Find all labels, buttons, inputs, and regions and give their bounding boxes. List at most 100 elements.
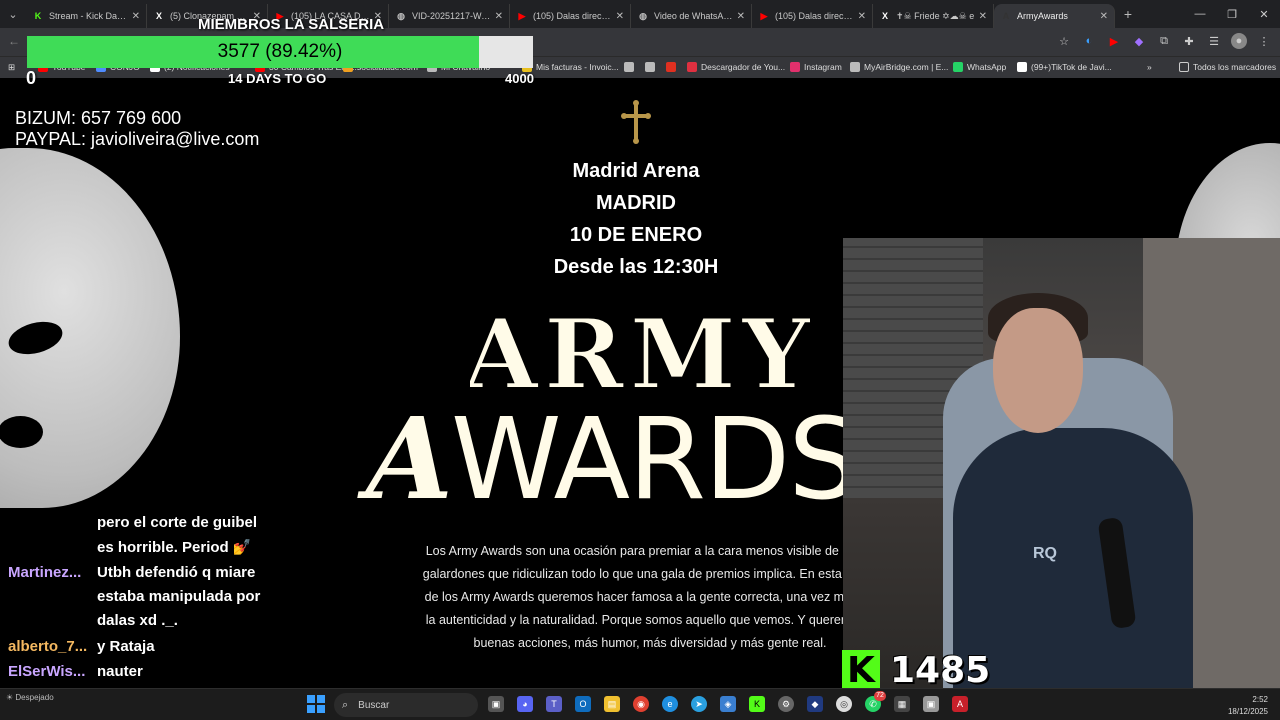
bookmark-star-icon[interactable]: ☆ <box>1056 33 1072 49</box>
bookmark-item[interactable]: WhatsApp <box>953 62 1006 72</box>
all-bookmarks-folder[interactable]: Todos los marcadores <box>1179 62 1276 72</box>
army-logo-word: ARMY <box>470 300 810 410</box>
weather-widget[interactable]: ☀ Despejado <box>6 693 54 702</box>
chat-username[interactable]: Martinez... <box>8 564 81 581</box>
browser-tab[interactable]: ◍ VID-20251217-WA00 ✕ <box>389 4 510 28</box>
weather-icon: ☀ <box>6 693 14 702</box>
bookmark-item[interactable]: Descargador de You... <box>687 62 785 72</box>
new-tab-button[interactable]: + <box>1115 6 1141 22</box>
event-venue: Madrid Arena <box>572 160 700 182</box>
bookmark-item[interactable]: (99+)TikTok de Javi... <box>1017 62 1112 72</box>
whatsapp-icon <box>953 62 963 72</box>
bookmark-item[interactable] <box>666 62 680 72</box>
notification-badge: 72 <box>874 691 886 701</box>
extension-icon[interactable]: ◐ <box>1081 33 1097 49</box>
kick-app-icon[interactable]: K <box>749 696 765 712</box>
close-tab-icon[interactable]: ✕ <box>132 11 140 22</box>
back-arrow-icon[interactable]: ← <box>8 34 20 48</box>
teams-icon[interactable]: T <box>546 696 562 712</box>
tab-search-button[interactable]: ⌄ <box>0 0 26 28</box>
bookmark-item[interactable]: Mis facturas - Invoic... <box>522 62 619 72</box>
event-time: Desde las 12:30H <box>553 256 719 278</box>
bookmark-label: Descargador de You... <box>701 62 786 72</box>
bookmark-item[interactable]: Instagram <box>790 62 842 72</box>
tiktok-icon <box>1017 62 1027 72</box>
windows-start-button[interactable] <box>307 695 325 713</box>
steam-icon[interactable]: ⚙ <box>778 696 794 712</box>
awards-logo-text: AWARDS <box>366 404 859 517</box>
restore-icon[interactable]: ❐ <box>1216 0 1248 28</box>
taskbar-search-box[interactable]: ⌕ Buscar <box>334 693 478 717</box>
event-date: 10 DE ENERO <box>569 224 703 246</box>
paypal-donation-text: PAYPAL: javioliveira@live.com <box>15 129 260 149</box>
bookmark-label: (99+)TikTok de Javi... <box>1031 62 1112 72</box>
telegram-icon[interactable]: ➤ <box>691 696 707 712</box>
membership-goal-progress-text: 3577 (89.42%) <box>217 41 343 62</box>
app-icon-4[interactable]: ▣ <box>923 696 939 712</box>
tab-title: ✝︎☠︎ Friede ✡︎☁︎☠︎ e <box>896 10 975 21</box>
chat-message: y Rataja <box>97 638 155 655</box>
globe-icon <box>624 62 634 72</box>
edge-icon[interactable]: e <box>662 696 678 712</box>
bookmark-item[interactable]: MyAirBridge.com | E... <box>850 62 948 72</box>
weather-label: Despejado <box>15 693 54 702</box>
chrome-icon[interactable]: ◉ <box>633 696 649 712</box>
reading-list-icon[interactable]: ☰ <box>1206 33 1222 49</box>
kick-viewer-count: 1485 <box>890 649 991 691</box>
acrobat-icon[interactable]: A <box>952 696 968 712</box>
tab-title: (105) Dalas directo 3 <box>775 11 854 21</box>
close-tab-icon[interactable]: ✕ <box>495 11 503 22</box>
close-tab-icon[interactable]: ✕ <box>1100 11 1108 22</box>
obs-icon[interactable]: ◎ <box>836 696 852 712</box>
close-window-icon[interactable]: ✕ <box>1248 0 1280 28</box>
app-icon-1[interactable]: ◈ <box>720 696 736 712</box>
browser-tab[interactable]: K Stream - Kick Dashb ✕ <box>26 4 147 28</box>
browser-tab[interactable]: ◍ Video de WhatsApp ✕ <box>631 4 752 28</box>
bookmark-item[interactable] <box>645 62 659 72</box>
puzzle-extension-icon[interactable]: ⧉ <box>1156 33 1172 49</box>
streamer-webcam: RQ <box>843 238 1280 690</box>
chat-message: nauter <box>97 663 143 680</box>
discord-icon[interactable]: ◕ <box>517 696 533 712</box>
close-tab-icon[interactable]: ✕ <box>858 11 866 22</box>
chat-username[interactable]: alberto_7... <box>8 638 87 655</box>
close-tab-icon[interactable]: ✕ <box>979 11 987 22</box>
bookmark-item[interactable] <box>624 62 638 72</box>
windows-taskbar: ☀ Despejado ⌕ Buscar ▣ ◕ T O ▤ ◉ e ➤ ◈ K… <box>0 688 1280 720</box>
apps-grid-icon[interactable]: ⊞ <box>8 62 15 73</box>
chat-message: Utbh defendió q miare <box>97 564 256 581</box>
x-icon: X <box>155 11 162 21</box>
browser-tab[interactable]: ▶ (105) Dalas directo 2 ✕ <box>510 4 631 28</box>
app-icon-3[interactable]: ▦ <box>894 696 910 712</box>
minimize-icon[interactable]: — <box>1184 0 1216 28</box>
profile-avatar[interactable]: ● <box>1231 33 1247 49</box>
globe-icon <box>645 62 655 72</box>
task-view-icon[interactable]: ▣ <box>488 696 504 712</box>
shield-extension-icon[interactable]: ◆ <box>1131 33 1147 49</box>
browser-tab-bar: ⌄ K Stream - Kick Dashb ✕ X (5) Clonazepam e… <box>0 0 1280 28</box>
browser-tab[interactable]: ▶ (105) Dalas directo 3 ✕ <box>752 4 873 28</box>
file-explorer-icon[interactable]: ▤ <box>604 696 620 712</box>
instagram-icon <box>790 62 800 72</box>
youtube-extension-icon[interactable]: ▶ <box>1106 33 1122 49</box>
tab-title: VID-20251217-WA00 <box>412 11 491 21</box>
chat-username[interactable]: ElSerWis... <box>8 663 85 680</box>
tab-title: Stream - Kick Dashb <box>49 11 128 21</box>
close-tab-icon[interactable]: ✕ <box>737 11 745 22</box>
all-bookmarks-label: Todos los marcadores <box>1193 62 1277 72</box>
kick-icon: K <box>34 11 42 21</box>
army-logo-text: ARMY <box>470 300 810 410</box>
browser-tab[interactable]: A ArmyAwards ✕ <box>994 4 1115 28</box>
browser-tab[interactable]: X ✝︎☠︎ Friede ✡︎☁︎☠︎ e ✕ <box>873 4 994 28</box>
close-tab-icon[interactable]: ✕ <box>616 11 624 22</box>
event-city: MADRID <box>596 192 676 214</box>
search-icon: ⌕ <box>342 698 349 711</box>
more-bookmarks-chevron-icon[interactable]: » <box>1147 62 1152 72</box>
awards-logo-word: AWARDS <box>366 394 859 525</box>
outlook-icon[interactable]: O <box>575 696 591 712</box>
puzzle-icon[interactable]: ✚ <box>1181 33 1197 49</box>
menu-kebab-icon[interactable]: ⋮ <box>1256 33 1272 49</box>
tab-title: ArmyAwards <box>1017 11 1068 21</box>
app-icon-2[interactable]: ◆ <box>807 696 823 712</box>
system-clock[interactable]: 2:52 18/12/2025 <box>1228 694 1268 718</box>
